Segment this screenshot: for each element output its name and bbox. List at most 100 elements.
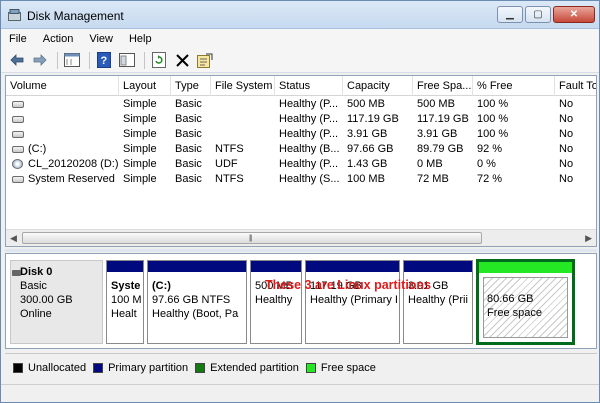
scroll-right-icon[interactable]: ▶	[585, 233, 592, 244]
volume-status: Healthy (B...	[279, 143, 340, 155]
volume-type: Basic	[175, 143, 202, 155]
legend-label: Primary partition	[108, 361, 189, 374]
table-row[interactable]: CL_20120208 (D:) Simple Basic UDF Health…	[6, 157, 596, 172]
toolbar-separator	[89, 51, 90, 69]
volume-fault-tolerance: No	[559, 128, 574, 140]
disk-icon	[12, 270, 21, 276]
column-percent-free[interactable]: % Free	[473, 76, 555, 96]
volume-type: Basic	[175, 173, 202, 185]
refresh-icon[interactable]	[149, 50, 169, 70]
volume-percent-free: 72 %	[477, 173, 503, 185]
partition-status: Healthy	[255, 294, 293, 306]
volume-layout: Simple	[123, 128, 157, 140]
volume-name	[6, 112, 119, 127]
disk-0-label[interactable]: Disk 0 Basic 300.00 GB Online	[10, 260, 103, 344]
volume-name	[6, 97, 119, 112]
column-free-space[interactable]: Free Spa...	[413, 76, 473, 96]
volume-list: Volume Layout Type File System Status Ca…	[5, 75, 597, 247]
partition-linux-3[interactable]: 3.91 GB Healthy (Prii	[403, 260, 473, 344]
back-arrow-icon[interactable]	[7, 50, 27, 70]
free-space-bar	[479, 262, 572, 273]
properties-wizard-icon[interactable]	[195, 50, 215, 70]
disk-graphical-view: Disk 0 Basic 300.00 GB Online Syste 100 …	[5, 253, 597, 349]
volume-free-space: 117.19 GB	[417, 113, 469, 125]
menu-file[interactable]: File	[9, 33, 27, 45]
table-row[interactable]: Simple Basic Healthy (P... 3.91 GB 3.91 …	[6, 127, 596, 142]
partition-size: 97.66 GB NTFS	[152, 294, 231, 306]
disk-state: Online	[20, 308, 52, 320]
toolbar-separator	[144, 51, 145, 69]
delete-icon[interactable]	[172, 50, 192, 70]
primary-partition-bar	[251, 261, 301, 272]
minimize-button[interactable]: ▁	[497, 6, 523, 23]
menu-help[interactable]: Help	[129, 33, 152, 45]
column-type[interactable]: Type	[171, 76, 211, 96]
volume-free-space: 500 MB	[417, 98, 455, 110]
disk-management-window: Disk Management ▁ ▢ ✕ File Action View H…	[0, 0, 600, 403]
scrollbar-thumb[interactable]: |||	[22, 232, 482, 244]
volume-list-header: Volume Layout Type File System Status Ca…	[6, 76, 596, 96]
menu-view[interactable]: View	[89, 33, 113, 45]
volume-status: Healthy (P...	[279, 98, 339, 110]
help-icon[interactable]: ?	[94, 50, 114, 70]
disk-name: Disk 0	[20, 266, 53, 278]
volume-capacity: 100 MB	[347, 173, 385, 185]
forward-arrow-icon[interactable]	[30, 50, 50, 70]
volume-fault-tolerance: No	[559, 143, 574, 155]
pane-splitter[interactable]	[5, 249, 597, 252]
toolbar: ?	[1, 48, 599, 73]
volume-name	[6, 127, 119, 142]
volume-file-system: UDF	[215, 158, 238, 170]
table-row[interactable]: Simple Basic Healthy (P... 117.19 GB 117…	[6, 112, 596, 127]
column-file-system[interactable]: File System	[211, 76, 275, 96]
disk-size: 300.00 GB	[20, 294, 73, 306]
volume-file-system: NTFS	[215, 143, 244, 155]
legend-free-space: Free space	[305, 362, 376, 374]
partition-system-reserved[interactable]: Syste 100 M Healt	[106, 260, 144, 344]
maximize-button[interactable]: ▢	[525, 6, 551, 23]
primary-partition-swatch	[93, 362, 104, 373]
scroll-left-icon[interactable]: ◀	[10, 233, 17, 244]
volume-free-space: 3.91 GB	[417, 128, 458, 140]
free-space-label: Free space	[487, 307, 543, 319]
title-bar: Disk Management ▁ ▢ ✕	[1, 1, 599, 29]
partition-c-drive[interactable]: (C:) 97.66 GB NTFS Healthy (Boot, Pa	[147, 260, 247, 344]
column-layout[interactable]: Layout	[119, 76, 171, 96]
volume-percent-free: 0 %	[477, 158, 496, 170]
volume-layout: Simple	[123, 98, 157, 110]
volume-status: Healthy (P...	[279, 113, 339, 125]
primary-partition-bar	[107, 261, 143, 272]
partition-linux-1[interactable]: 500 MB Healthy	[250, 260, 302, 344]
volume-capacity: 500 MB	[347, 98, 385, 110]
column-status[interactable]: Status	[275, 76, 343, 96]
column-capacity[interactable]: Capacity	[343, 76, 413, 96]
primary-partition-bar	[148, 261, 246, 272]
properties-icon[interactable]	[62, 50, 82, 70]
free-space-partition[interactable]: 80.66 GB Free space	[476, 259, 575, 345]
volume-name: System Reserved	[28, 173, 115, 185]
volume-layout: Simple	[123, 158, 157, 170]
column-fault-tolerance[interactable]: Fault To	[555, 76, 596, 96]
menu-action[interactable]: Action	[43, 33, 74, 45]
volume-type: Basic	[175, 128, 202, 140]
close-button[interactable]: ✕	[553, 6, 595, 23]
table-row[interactable]: (C:) Simple Basic NTFS Healthy (B... 97.…	[6, 142, 596, 157]
column-volume[interactable]: Volume	[6, 76, 119, 96]
volume-free-space: 0 MB	[417, 158, 443, 170]
partition-linux-2[interactable]: 117.19 GB Healthy (Primary P	[305, 260, 400, 344]
volume-status: Healthy (P...	[279, 158, 339, 170]
volume-layout: Simple	[123, 173, 157, 185]
grip-icon: |||	[249, 235, 253, 242]
partition-status: Healt	[111, 308, 137, 320]
horizontal-scrollbar[interactable]: ◀ ||| ▶	[6, 229, 596, 246]
table-row[interactable]: Simple Basic Healthy (P... 500 MB 500 MB…	[6, 97, 596, 112]
volume-name: (C:)	[28, 143, 47, 155]
volume-free-space: 89.79 GB	[417, 143, 464, 155]
volume-capacity: 3.91 GB	[347, 128, 388, 140]
legend-primary-partition: Primary partition	[93, 362, 188, 374]
volume-percent-free: 100 %	[477, 128, 509, 140]
table-row[interactable]: System Reserved Simple Basic NTFS Health…	[6, 172, 596, 187]
legend-label: Unallocated	[28, 361, 87, 374]
primary-partition-bar	[404, 261, 472, 272]
show-hide-icon[interactable]	[117, 50, 137, 70]
